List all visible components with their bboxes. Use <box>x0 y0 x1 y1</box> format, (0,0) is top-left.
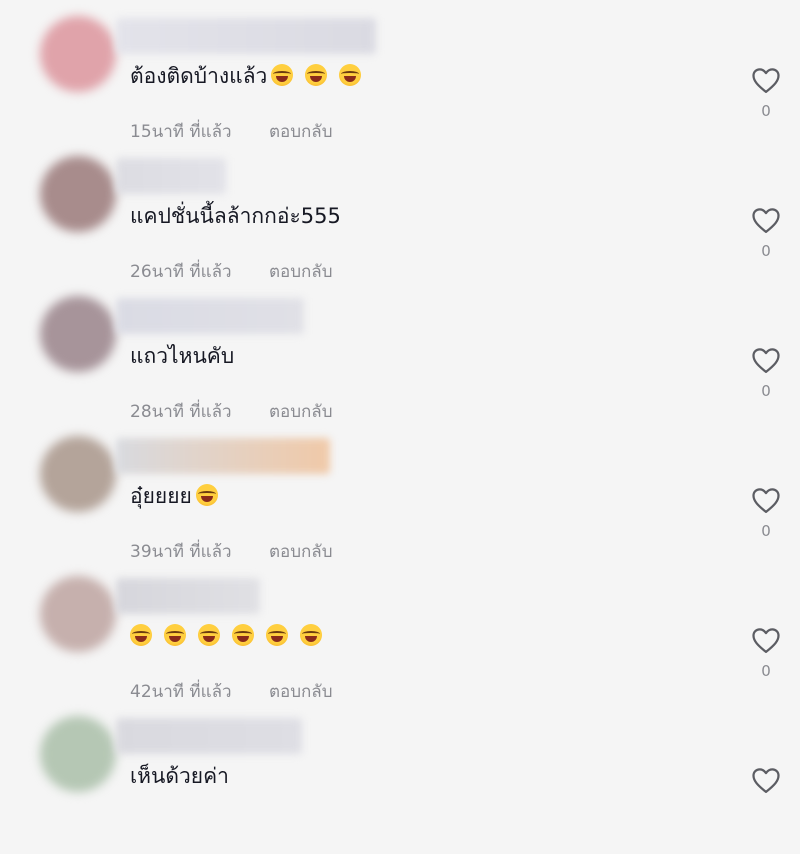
laughing-emoji-icon <box>305 64 328 86</box>
comment-item: แถวไหนคับ 28นาที ที่แล้ว ตอบกลับ 0 <box>0 294 800 434</box>
like-count: 0 <box>761 242 771 260</box>
like-count: 0 <box>761 102 771 120</box>
laughing-emoji-icon <box>130 624 152 646</box>
laughing-emoji-icon <box>198 624 220 646</box>
avatar[interactable] <box>40 716 116 792</box>
comment-timestamp: 26นาที ที่แล้ว <box>130 262 232 282</box>
comment-meta: 42นาที ที่แล้ว ตอบกลับ <box>130 678 333 705</box>
heart-icon <box>752 68 780 93</box>
avatar[interactable] <box>40 156 116 232</box>
comment-item: อุ๋ยยยย 39นาที ที่แล้ว ตอบกลับ 0 <box>0 434 800 574</box>
emoji-group <box>192 484 218 508</box>
comment-item: แคปชั่นนี้ลล้ากกอ่ะ555 26นาที ที่แล้ว ตอ… <box>0 154 800 294</box>
username-blurred[interactable] <box>116 578 260 614</box>
like-button[interactable]: 0 <box>748 486 784 540</box>
like-button[interactable] <box>748 766 784 802</box>
username-blurred[interactable] <box>116 438 330 474</box>
like-button[interactable]: 0 <box>748 626 784 680</box>
reply-button[interactable]: ตอบกลับ <box>269 402 333 422</box>
comment-text-content: แถวไหนคับ <box>130 344 235 368</box>
comment-text: แถวไหนคับ <box>130 342 234 370</box>
comment-item: 42นาที ที่แล้ว ตอบกลับ 0 <box>0 574 800 714</box>
avatar[interactable] <box>40 16 116 92</box>
comment-text: แคปชั่นนี้ลล้ากกอ่ะ555 <box>130 202 341 230</box>
reply-button[interactable]: ตอบกลับ <box>269 262 333 282</box>
comment-timestamp: 28นาที ที่แล้ว <box>130 402 232 422</box>
comment-text: ต้องติดบ้างแล้ว <box>130 62 362 90</box>
emoji-group <box>267 64 362 88</box>
laughing-emoji-icon <box>339 64 362 86</box>
comment-text-content: ต้องติดบ้างแล้ว <box>130 64 268 88</box>
comment-text-content: เห็นด้วยค่า <box>130 764 229 788</box>
comment-item: เห็นด้วยค่า <box>0 714 800 854</box>
like-button[interactable]: 0 <box>748 346 784 400</box>
avatar[interactable] <box>40 576 116 652</box>
heart-icon <box>752 768 780 793</box>
comment-timestamp: 39นาที ที่แล้ว <box>130 542 232 562</box>
heart-icon <box>752 628 780 653</box>
reply-button[interactable]: ตอบกลับ <box>269 122 333 142</box>
comment-item: ต้องติดบ้างแล้ว 15นาที ที่แล้ว ตอบกลับ 0 <box>0 14 800 154</box>
heart-icon <box>752 348 780 373</box>
laughing-emoji-icon <box>271 64 294 86</box>
avatar[interactable] <box>40 296 116 372</box>
comment-meta: 26นาที ที่แล้ว ตอบกลับ <box>130 258 333 285</box>
heart-icon <box>752 208 780 233</box>
username-blurred[interactable] <box>116 158 226 194</box>
laughing-emoji-icon <box>195 484 218 506</box>
laughing-emoji-icon <box>300 624 322 646</box>
comment-text-content: แคปชั่นนี้ลล้ากกอ่ะ555 <box>130 204 341 228</box>
laughing-emoji-icon <box>164 624 186 646</box>
comment-timestamp: 15นาที ที่แล้ว <box>130 122 232 142</box>
username-blurred[interactable] <box>116 298 304 334</box>
username-blurred[interactable] <box>116 18 376 54</box>
like-button[interactable]: 0 <box>748 206 784 260</box>
comment-meta: 15นาที ที่แล้ว ตอบกลับ <box>130 118 333 145</box>
laughing-emoji-icon <box>232 624 254 646</box>
comment-text <box>130 622 322 650</box>
comment-meta: 39นาที ที่แล้ว ตอบกลับ <box>130 538 333 565</box>
emoji-group <box>130 624 322 648</box>
username-blurred[interactable] <box>116 718 302 754</box>
reply-button[interactable]: ตอบกลับ <box>269 682 333 702</box>
laughing-emoji-icon <box>266 624 288 646</box>
reply-button[interactable]: ตอบกลับ <box>269 542 333 562</box>
like-count: 0 <box>761 662 771 680</box>
comment-text: เห็นด้วยค่า <box>130 762 229 790</box>
comment-text-content: อุ๋ยยยย <box>130 484 192 508</box>
like-count: 0 <box>761 382 771 400</box>
like-count: 0 <box>761 522 771 540</box>
comment-timestamp: 42นาที ที่แล้ว <box>130 682 232 702</box>
avatar[interactable] <box>40 436 116 512</box>
comment-meta: 28นาที ที่แล้ว ตอบกลับ <box>130 398 333 425</box>
like-button[interactable]: 0 <box>748 66 784 120</box>
heart-icon <box>752 488 780 513</box>
comment-text: อุ๋ยยยย <box>130 482 218 510</box>
